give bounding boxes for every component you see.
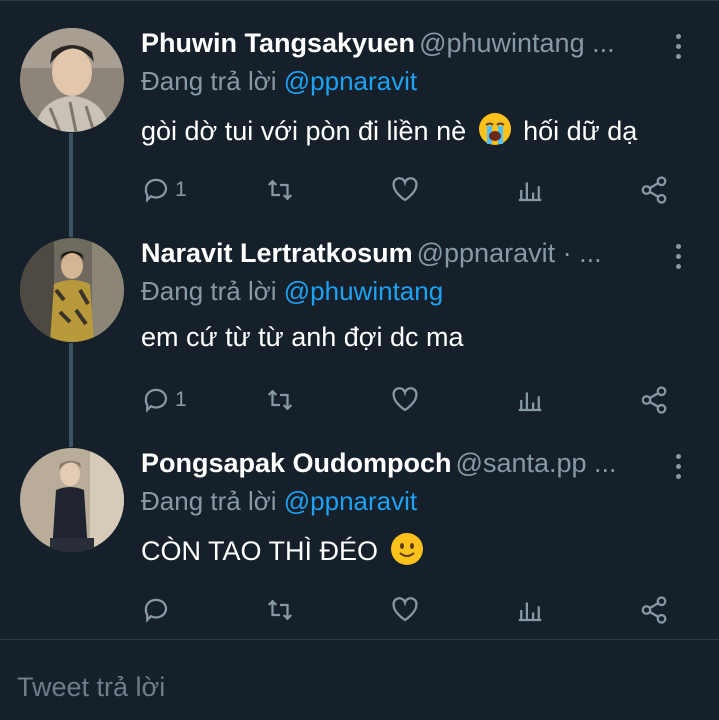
reply-count: 1 (175, 178, 187, 201)
tweet-text: gòi dờ tui với pòn đi liền nè hối dữ dạ (141, 112, 637, 147)
replying-to: Đang trả lời @ppnaravit (141, 66, 417, 97)
tweet-header: Naravit Lertratkosum @ppnaravit · ... (141, 238, 689, 274)
user-handle[interactable]: @phuwintang ... (419, 28, 615, 58)
analytics-button[interactable] (515, 592, 545, 628)
analytics-button[interactable] (515, 172, 545, 208)
display-name[interactable]: Naravit Lertratkosum (141, 238, 413, 268)
tweet-actions (141, 592, 681, 628)
avatar[interactable] (20, 28, 124, 132)
reply-icon (144, 178, 168, 203)
tweet-text-part: CÒN TAO THÌ ĐÉO (141, 536, 386, 566)
display-name[interactable]: Pongsapak Oudompoch (141, 448, 452, 478)
avatar[interactable] (20, 238, 124, 342)
mention-link[interactable]: @ppnaravit (284, 66, 417, 96)
like-button[interactable] (390, 172, 420, 208)
tweet[interactable]: Pongsapak Oudompoch @santa.pp ... Đang tr… (0, 448, 719, 658)
tweet-header: Pongsapak Oudompoch @santa.pp ... (141, 448, 689, 484)
reply-icon (144, 598, 168, 623)
retweet-icon (267, 179, 293, 201)
mention-link[interactable]: @phuwintang (284, 276, 443, 306)
tweet-text-part: hối dữ dạ (515, 116, 638, 146)
more-icon[interactable] (668, 452, 688, 482)
tweet-actions: 1 (141, 172, 681, 208)
share-icon (641, 596, 667, 624)
share-button[interactable] (639, 382, 669, 418)
mention-link[interactable]: @ppnaravit (284, 486, 417, 516)
tweet-actions: 1 (141, 382, 681, 418)
replying-prefix: Đang trả lời (141, 276, 284, 306)
tweet-text: em cứ từ từ anh đợi dc ma (141, 322, 464, 353)
retweet-icon (267, 599, 293, 621)
share-button[interactable] (639, 172, 669, 208)
reply-icon (144, 388, 168, 413)
like-icon (392, 177, 418, 202)
share-icon (641, 386, 667, 414)
display-name[interactable]: Phuwin Tangsakyuen (141, 28, 415, 58)
more-icon[interactable] (668, 242, 688, 272)
tweet-text-part: em cứ từ từ anh đợi dc ma (141, 322, 464, 352)
replying-prefix: Đang trả lời (141, 66, 284, 96)
tweet[interactable]: Naravit Lertratkosum @ppnaravit · ... Đan… (0, 238, 719, 448)
replying-to: Đang trả lời @phuwintang (141, 276, 443, 307)
like-button[interactable] (390, 592, 420, 628)
like-icon (392, 597, 418, 622)
tweet-text-part: gòi dờ tui với pòn đi liền nè (141, 116, 474, 146)
retweet-button[interactable] (265, 382, 295, 418)
analytics-icon (518, 182, 542, 202)
replying-prefix: Đang trả lời (141, 486, 284, 516)
user-handle[interactable]: @ppnaravit · ... (417, 238, 602, 268)
retweet-button[interactable] (265, 172, 295, 208)
user-handle[interactable]: @santa.pp ... (456, 448, 617, 478)
tweet-text: CÒN TAO THÌ ĐÉO (141, 532, 428, 567)
more-icon[interactable] (668, 32, 688, 62)
retweet-button[interactable] (265, 592, 295, 628)
analytics-icon (518, 602, 542, 622)
retweet-icon (267, 389, 293, 411)
loudly-crying-face-icon (478, 112, 512, 146)
tweet[interactable]: Phuwin Tangsakyuen @phuwintang ... Đang t… (0, 28, 719, 238)
tweet-header: Phuwin Tangsakyuen @phuwintang ... (141, 28, 689, 64)
top-divider (0, 0, 719, 8)
reply-count: 1 (175, 388, 187, 411)
analytics-button[interactable] (515, 382, 545, 418)
slightly-smiling-face-icon (390, 532, 424, 566)
like-button[interactable] (390, 382, 420, 418)
reply-composer-input[interactable]: Tweet trả lời (17, 672, 165, 703)
share-button[interactable] (639, 592, 669, 628)
analytics-icon (518, 392, 542, 412)
reply-button[interactable]: 1 (141, 382, 187, 418)
share-icon (641, 176, 667, 204)
avatar[interactable] (20, 448, 124, 552)
like-icon (392, 387, 418, 412)
reply-button[interactable]: 1 (141, 172, 187, 208)
composer-divider (0, 639, 719, 640)
reply-button[interactable] (141, 592, 175, 628)
replying-to: Đang trả lời @ppnaravit (141, 486, 417, 517)
